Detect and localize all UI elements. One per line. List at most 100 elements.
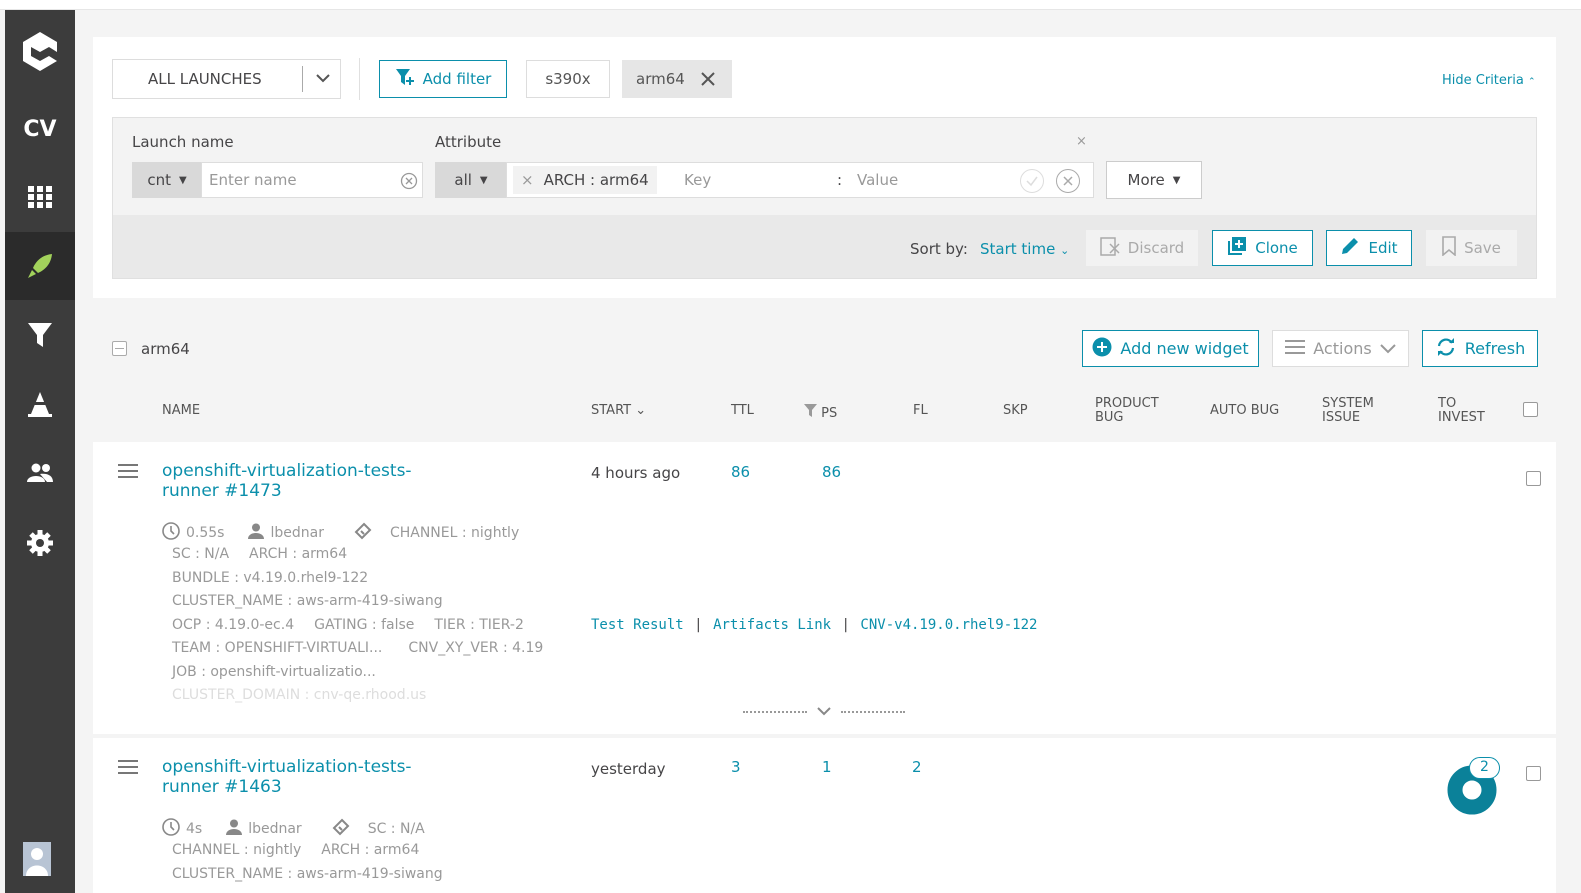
- hide-criteria-link[interactable]: Hide Criteria ⌃: [1442, 73, 1536, 88]
- attribute[interactable]: ARCH : arm64: [249, 546, 347, 562]
- attribute[interactable]: GATING : false: [314, 617, 414, 633]
- members-icon[interactable]: [5, 439, 75, 507]
- refresh-label: Refresh: [1464, 339, 1526, 358]
- duration: 4s: [186, 821, 203, 837]
- attribute-condition-select[interactable]: all ▼: [435, 162, 507, 198]
- attribute-line: CHANNEL : nightly ARCH : arm64: [172, 842, 419, 858]
- row-checkbox[interactable]: [1526, 471, 1541, 486]
- column-header-auto-bug[interactable]: AUTO BUG: [1210, 404, 1279, 418]
- launch-name-condition-select[interactable]: cnt ▼: [132, 162, 202, 198]
- column-header-system-issue[interactable]: SYSTEM ISSUE: [1322, 397, 1392, 425]
- save-button[interactable]: Save: [1426, 230, 1517, 266]
- column-header-skp[interactable]: SKP: [1003, 404, 1028, 418]
- debug-cone-icon[interactable]: [5, 370, 75, 438]
- attribute[interactable]: SC : N/A: [172, 546, 229, 562]
- discard-button[interactable]: Discard: [1086, 230, 1198, 266]
- all-launches-select[interactable]: ALL LAUNCHES: [112, 59, 341, 99]
- logo-icon[interactable]: [5, 10, 75, 92]
- close-icon[interactable]: [700, 71, 716, 91]
- sort-by-select[interactable]: Start time ⌄: [980, 240, 1069, 258]
- to-invest-count-badge[interactable]: 2: [1469, 757, 1500, 779]
- launch-name-input[interactable]: Enter name: [201, 162, 423, 198]
- menu-icon: [1285, 339, 1306, 358]
- add-filter-button[interactable]: Add filter: [379, 60, 507, 98]
- edit-button[interactable]: Edit: [1326, 230, 1412, 266]
- save-label: Save: [1464, 239, 1501, 257]
- settings-gear-icon[interactable]: [5, 509, 75, 577]
- column-header-fl[interactable]: FL: [913, 404, 928, 418]
- attribute[interactable]: OCP : 4.19.0-ec.4: [172, 617, 294, 633]
- actions-dropdown[interactable]: Actions: [1272, 330, 1409, 367]
- clear-input-icon[interactable]: [400, 172, 418, 194]
- attribute[interactable]: TEAM : OPENSHIFT-VIRTUALI...: [172, 640, 382, 656]
- actions-label: Actions: [1313, 339, 1372, 358]
- launch-name-link[interactable]: openshift-virtualization-tests-runner #1…: [162, 757, 422, 797]
- close-attribute-icon[interactable]: ×: [1076, 134, 1087, 149]
- dashboard-icon[interactable]: [5, 163, 75, 231]
- expand-row-toggle[interactable]: [743, 704, 905, 720]
- attribute[interactable]: BUNDLE : v4.19.0.rhel9-122: [172, 570, 368, 586]
- link-separator: |: [694, 617, 703, 633]
- cancel-x-icon[interactable]: [1055, 168, 1081, 198]
- key-input[interactable]: Key: [684, 171, 711, 189]
- user-icon: [226, 819, 243, 839]
- attribute[interactable]: CLUSTER_NAME : aws-arm-419-siwang: [172, 866, 443, 882]
- filter-name: arm64: [141, 340, 190, 358]
- filter-icon[interactable]: [5, 301, 75, 369]
- more-dropdown[interactable]: More ▼: [1106, 161, 1202, 199]
- column-header-to-invest[interactable]: TO INVEST: [1438, 397, 1498, 425]
- attribute[interactable]: JOB : openshift-virtualizatio...: [172, 664, 376, 680]
- value-input[interactable]: Value: [857, 171, 898, 189]
- add-new-widget-button[interactable]: Add new widget: [1082, 330, 1259, 367]
- test-result-link[interactable]: Test Result: [591, 617, 684, 633]
- attribute-line: OCP : 4.19.0-ec.4 GATING : false TIER : TI…: [172, 617, 524, 633]
- launch-name-link[interactable]: openshift-virtualization-tests-runner #1…: [162, 461, 422, 501]
- refresh-button[interactable]: Refresh: [1422, 330, 1538, 367]
- artifacts-link[interactable]: Artifacts Link: [713, 617, 831, 633]
- ttl-count[interactable]: 3: [731, 758, 741, 776]
- pencil-icon: [1340, 236, 1360, 260]
- launches-rocket-icon[interactable]: [5, 232, 75, 300]
- attribute[interactable]: ARCH : arm64: [321, 842, 419, 858]
- clone-label: Clone: [1255, 239, 1298, 257]
- attribute-tag: × ARCH : arm64: [513, 166, 657, 194]
- attribute-input[interactable]: × ARCH : arm64 Key : Value: [506, 162, 1094, 198]
- attribute[interactable]: CHANNEL : nightly: [390, 525, 519, 541]
- select-all-checkbox[interactable]: [112, 341, 127, 356]
- column-header-name[interactable]: NAME: [162, 404, 200, 418]
- confirm-check-icon[interactable]: [1019, 168, 1045, 198]
- drag-handle-icon[interactable]: [118, 464, 138, 482]
- filter-tab-s390x[interactable]: s390x: [526, 60, 610, 98]
- filter-tab-arm64[interactable]: arm64: [622, 60, 732, 98]
- attribute[interactable]: TIER : TIER-2: [434, 617, 524, 633]
- attribute[interactable]: SC : N/A: [368, 821, 425, 837]
- chevron-down-icon: [817, 704, 831, 720]
- ps-count[interactable]: 1: [822, 758, 832, 776]
- attribute-line: SC : N/A ARCH : arm64: [172, 546, 347, 562]
- clone-button[interactable]: Clone: [1212, 230, 1313, 266]
- column-header-ttl[interactable]: TTL: [731, 404, 754, 418]
- attribute[interactable]: CLUSTER_NAME : aws-arm-419-siwang: [172, 593, 443, 609]
- user-avatar[interactable]: [23, 842, 51, 876]
- ps-count[interactable]: 86: [822, 463, 841, 481]
- ps-label: PS: [821, 406, 838, 421]
- remove-tag-icon[interactable]: ×: [521, 171, 534, 189]
- criteria-actions-bar: [113, 215, 1536, 278]
- description-links: Test Result | Artifacts Link | CNV-v4.19…: [591, 617, 1037, 633]
- fl-count[interactable]: 2: [912, 758, 922, 776]
- column-header-product-bug[interactable]: PRODUCT BUG: [1095, 397, 1175, 425]
- attribute[interactable]: CLUSTER_DOMAIN : cnv-qe.rhood.us: [172, 687, 426, 703]
- owner: lbednar: [248, 821, 302, 837]
- ttl-count[interactable]: 86: [731, 463, 750, 481]
- select-all-rows-checkbox[interactable]: [1523, 402, 1538, 417]
- column-header-ps[interactable]: PS: [804, 404, 837, 421]
- project-selector[interactable]: CV: [5, 95, 75, 163]
- drag-handle-icon[interactable]: [118, 760, 138, 778]
- scrollbar[interactable]: [1556, 10, 1581, 893]
- bundle-link[interactable]: CNV-v4.19.0.rhel9-122: [860, 617, 1037, 633]
- attribute[interactable]: CNV_XY_VER : 4.19: [408, 640, 543, 656]
- start-time: 4 hours ago: [591, 464, 681, 482]
- column-header-start[interactable]: START ⌄: [591, 404, 646, 418]
- row-checkbox[interactable]: [1526, 766, 1541, 781]
- attribute[interactable]: CHANNEL : nightly: [172, 842, 301, 858]
